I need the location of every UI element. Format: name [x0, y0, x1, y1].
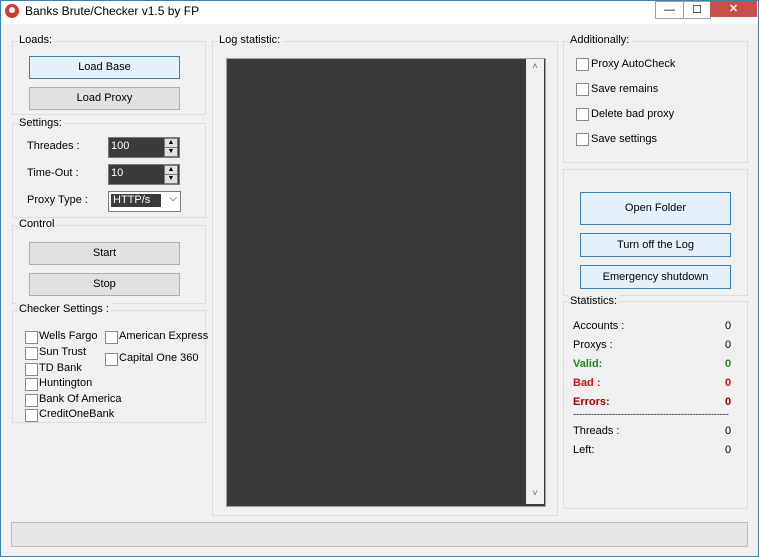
- wells-fargo-checkbox[interactable]: [25, 331, 38, 344]
- sun-trust-checkbox[interactable]: [25, 347, 38, 360]
- delete-bad-proxy-checkbox[interactable]: [576, 108, 589, 121]
- load-base-button[interactable]: Load Base: [29, 56, 180, 79]
- capital-one-360-checkbox[interactable]: [105, 353, 118, 366]
- checker-settings-label: Checker Settings :: [17, 303, 111, 315]
- load-proxy-button[interactable]: Load Proxy: [29, 87, 180, 110]
- turn-off-log-button[interactable]: Turn off the Log: [580, 233, 731, 257]
- proxy-type-label: Proxy Type :: [27, 194, 88, 206]
- proxys-label: Proxys :: [573, 339, 613, 351]
- bad-value: 0: [725, 377, 732, 389]
- progress-bar: [11, 522, 748, 547]
- chevron-down-icon: ⌵: [169, 193, 177, 204]
- left-label: Left:: [573, 444, 595, 456]
- save-remains-label: Save remains: [591, 83, 659, 95]
- valid-label: Valid:: [573, 358, 603, 370]
- log-output[interactable]: [226, 58, 546, 507]
- proxy-autocheck-checkbox[interactable]: [576, 58, 589, 71]
- save-settings-label: Save settings: [591, 133, 658, 145]
- td-bank-checkbox[interactable]: [25, 363, 38, 376]
- threads-label: Threades :: [27, 140, 80, 152]
- stats-separator: ----------------------------------------…: [573, 409, 729, 419]
- creditonebank-checkbox[interactable]: [25, 409, 38, 422]
- sun-trust-label: Sun Trust: [39, 346, 87, 358]
- maximize-button[interactable]: ☐: [683, 1, 711, 19]
- log-scrollbar[interactable]: ˄ ˅: [526, 59, 544, 504]
- start-button[interactable]: Start: [29, 242, 180, 265]
- bank-of-america-checkbox[interactable]: [25, 394, 38, 407]
- stepper-down-icon[interactable]: ▼: [164, 174, 178, 184]
- proxy-type-value: HTTP/s: [111, 194, 161, 207]
- main-window: Banks Brute/Checker v1.5 by FP — ☐ ✕ Loa…: [0, 0, 759, 557]
- save-settings-checkbox[interactable]: [576, 133, 589, 146]
- huntington-label: Huntington: [39, 377, 93, 389]
- log-label: Log statistic:: [217, 34, 283, 46]
- errors-label: Errors:: [573, 396, 610, 408]
- delete-bad-proxy-label: Delete bad proxy: [591, 108, 675, 120]
- errors-value: 0: [725, 396, 732, 408]
- proxy-autocheck-label: Proxy AutoCheck: [591, 58, 676, 70]
- minimize-button[interactable]: —: [655, 1, 684, 19]
- timeout-value: 10: [111, 167, 124, 179]
- open-folder-button[interactable]: Open Folder: [580, 192, 731, 225]
- threads-stat-value: 0: [725, 425, 732, 437]
- bank-of-america-label: Bank Of America: [39, 393, 122, 405]
- wells-fargo-label: Wells Fargo: [39, 330, 98, 342]
- timeout-stepper[interactable]: 10 ▲ ▼: [108, 164, 180, 185]
- accounts-value: 0: [725, 320, 732, 332]
- scroll-down-icon[interactable]: ˅: [526, 488, 544, 502]
- huntington-checkbox[interactable]: [25, 378, 38, 391]
- td-bank-label: TD Bank: [39, 362, 82, 374]
- save-remains-checkbox[interactable]: [576, 83, 589, 96]
- statistics-label: Statistics:: [568, 295, 620, 307]
- threads-value: 100: [111, 140, 130, 152]
- proxys-value: 0: [725, 339, 732, 351]
- app-logo-icon: [5, 4, 19, 18]
- american-express-checkbox[interactable]: [105, 331, 118, 344]
- accounts-label: Accounts :: [573, 320, 625, 332]
- title-bar: Banks Brute/Checker v1.5 by FP — ☐ ✕: [1, 1, 758, 24]
- stop-button[interactable]: Stop: [29, 273, 180, 296]
- proxy-type-select[interactable]: HTTP/s ⌵: [108, 191, 181, 212]
- control-label: Control: [17, 218, 57, 230]
- valid-value: 0: [725, 358, 732, 370]
- threads-stepper[interactable]: 100 ▲ ▼: [108, 137, 180, 158]
- capital-one-360-label: Capital One 360: [119, 352, 199, 364]
- scroll-up-icon[interactable]: ˄: [526, 61, 544, 75]
- creditonebank-label: CreditOneBank: [39, 408, 115, 420]
- stepper-down-icon[interactable]: ▼: [164, 147, 178, 157]
- loads-label: Loads:: [17, 34, 55, 46]
- settings-label: Settings:: [17, 117, 64, 129]
- american-express-label: American Express: [119, 330, 209, 342]
- timeout-label: Time-Out :: [27, 167, 79, 179]
- left-value: 0: [725, 444, 732, 456]
- window-title: Banks Brute/Checker v1.5 by FP: [25, 4, 200, 18]
- emergency-shutdown-button[interactable]: Emergency shutdown: [580, 265, 731, 289]
- bad-label: Bad :: [573, 377, 601, 389]
- close-button[interactable]: ✕: [710, 1, 757, 17]
- additionally-label: Additionally:: [568, 34, 632, 46]
- threads-stat-label: Threads :: [573, 425, 620, 437]
